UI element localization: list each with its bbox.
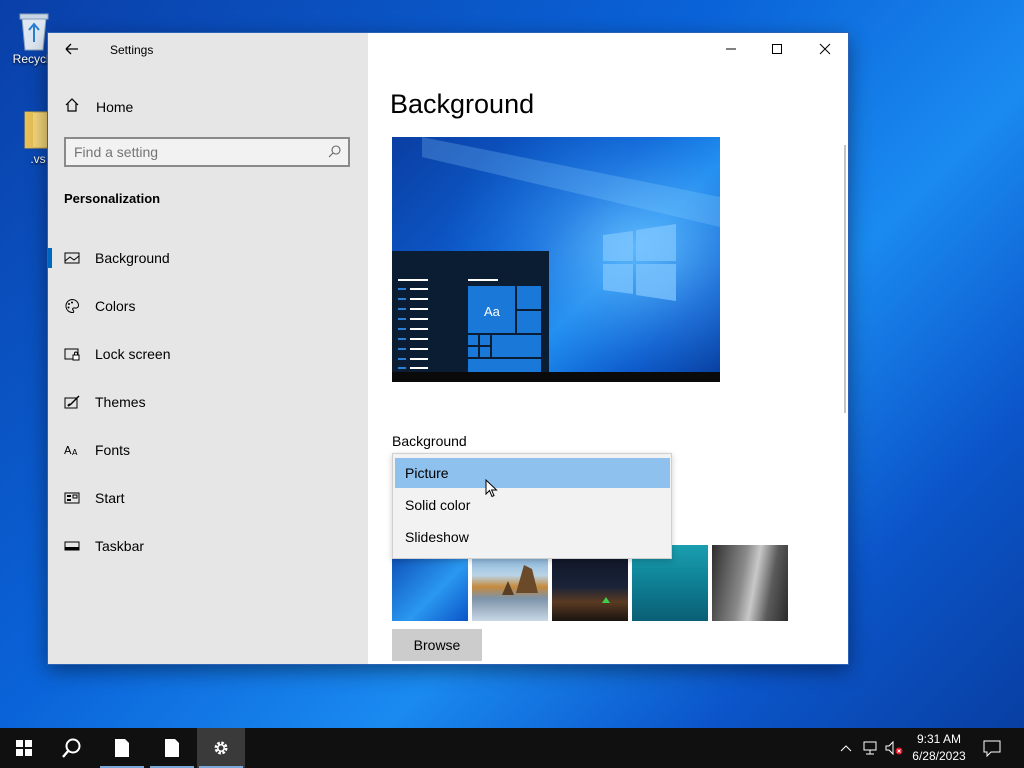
search-box[interactable] xyxy=(64,137,350,167)
sidebar-item-label: Start xyxy=(95,490,125,506)
sidebar-item-label: Colors xyxy=(95,298,136,314)
dropdown-option-picture[interactable]: Picture xyxy=(395,458,670,488)
start-button[interactable] xyxy=(0,728,48,768)
browse-button[interactable]: Browse xyxy=(392,629,482,661)
document-icon xyxy=(115,739,129,757)
picture-icon xyxy=(64,250,80,266)
sidebar-item-colors[interactable]: Colors xyxy=(48,290,368,322)
sidebar-item-themes[interactable]: Themes xyxy=(48,386,368,418)
clock-time: 9:31 AM xyxy=(916,732,962,746)
mouse-cursor-icon xyxy=(485,478,499,504)
close-button[interactable] xyxy=(802,33,848,65)
back-arrow-icon[interactable] xyxy=(62,40,86,60)
clock[interactable]: 9:31 AM 6/28/2023 xyxy=(906,731,972,765)
minimize-icon xyxy=(726,48,736,50)
svg-text:A: A xyxy=(64,444,72,457)
recent-image-5[interactable] xyxy=(712,545,788,621)
page-title: Background xyxy=(390,89,535,119)
taskbar-app-document-2[interactable] xyxy=(148,728,196,768)
option-label: Slideshow xyxy=(405,529,469,545)
background-type-label: Background xyxy=(392,433,467,449)
start-icon xyxy=(64,490,80,506)
search-icon xyxy=(62,738,81,758)
sidebar-item-label: Taskbar xyxy=(95,538,145,554)
home-icon xyxy=(64,97,80,118)
preview-tile-text: Aa xyxy=(484,304,500,319)
maximize-button[interactable] xyxy=(754,33,800,65)
taskbar-app-settings[interactable] xyxy=(197,728,245,768)
window-title: Settings xyxy=(110,43,154,57)
notification-icon[interactable] xyxy=(982,738,1002,763)
sidebar-item-label: Fonts xyxy=(95,442,131,458)
sidebar-item-background[interactable]: Background xyxy=(48,242,368,274)
search-icon[interactable] xyxy=(328,144,342,163)
main-content: Background Aa Background Picture Solid c… xyxy=(368,33,848,664)
settings-window: Settings Home Personalization Background xyxy=(48,33,848,664)
themes-icon xyxy=(64,394,80,410)
option-label: Solid color xyxy=(405,497,471,513)
search-input[interactable] xyxy=(74,143,314,161)
fonts-icon: AA xyxy=(64,442,80,458)
sidebar-item-label: Home xyxy=(96,99,134,115)
clock-date: 6/28/2023 xyxy=(912,749,966,763)
start-icon xyxy=(16,740,32,756)
section-title: Personalization xyxy=(64,191,161,206)
svg-text:A: A xyxy=(72,448,78,457)
taskbar-search-button[interactable] xyxy=(48,728,96,768)
desktop-icon-label: .vs xyxy=(30,152,46,166)
sidebar-item-taskbar[interactable]: Taskbar xyxy=(48,530,368,562)
sidebar: Settings Home Personalization Background xyxy=(48,33,368,664)
taskbar-app-document-1[interactable] xyxy=(98,728,146,768)
minimize-button[interactable] xyxy=(708,33,754,65)
lock-screen-icon xyxy=(64,346,80,362)
settings-gear-icon xyxy=(214,741,228,755)
volume-muted-icon[interactable] xyxy=(884,738,904,763)
sidebar-item-home[interactable]: Home xyxy=(64,95,133,119)
sidebar-item-label: Background xyxy=(95,250,170,266)
sidebar-item-start[interactable]: Start xyxy=(48,482,368,514)
document-icon xyxy=(165,739,179,757)
maximize-icon xyxy=(772,44,782,54)
background-type-dropdown[interactable]: Picture Solid color Slideshow xyxy=(392,453,672,559)
taskbar-icon xyxy=(64,538,80,554)
palette-icon xyxy=(64,298,80,314)
taskbar: 9:31 AM 6/28/2023 xyxy=(0,728,1024,768)
dropdown-option-slideshow[interactable]: Slideshow xyxy=(395,522,670,552)
chevron-up-icon[interactable] xyxy=(840,738,852,763)
background-preview: Aa xyxy=(392,137,720,382)
scrollbar[interactable] xyxy=(844,145,846,413)
sidebar-item-label: Lock screen xyxy=(95,346,171,362)
option-label: Picture xyxy=(405,465,449,481)
network-icon[interactable] xyxy=(862,738,880,763)
sidebar-item-fonts[interactable]: AA Fonts xyxy=(48,434,368,466)
sidebar-item-label: Themes xyxy=(95,394,146,410)
dropdown-option-solid-color[interactable]: Solid color xyxy=(395,490,670,520)
close-icon xyxy=(819,43,831,55)
sidebar-item-lock-screen[interactable]: Lock screen xyxy=(48,338,368,370)
